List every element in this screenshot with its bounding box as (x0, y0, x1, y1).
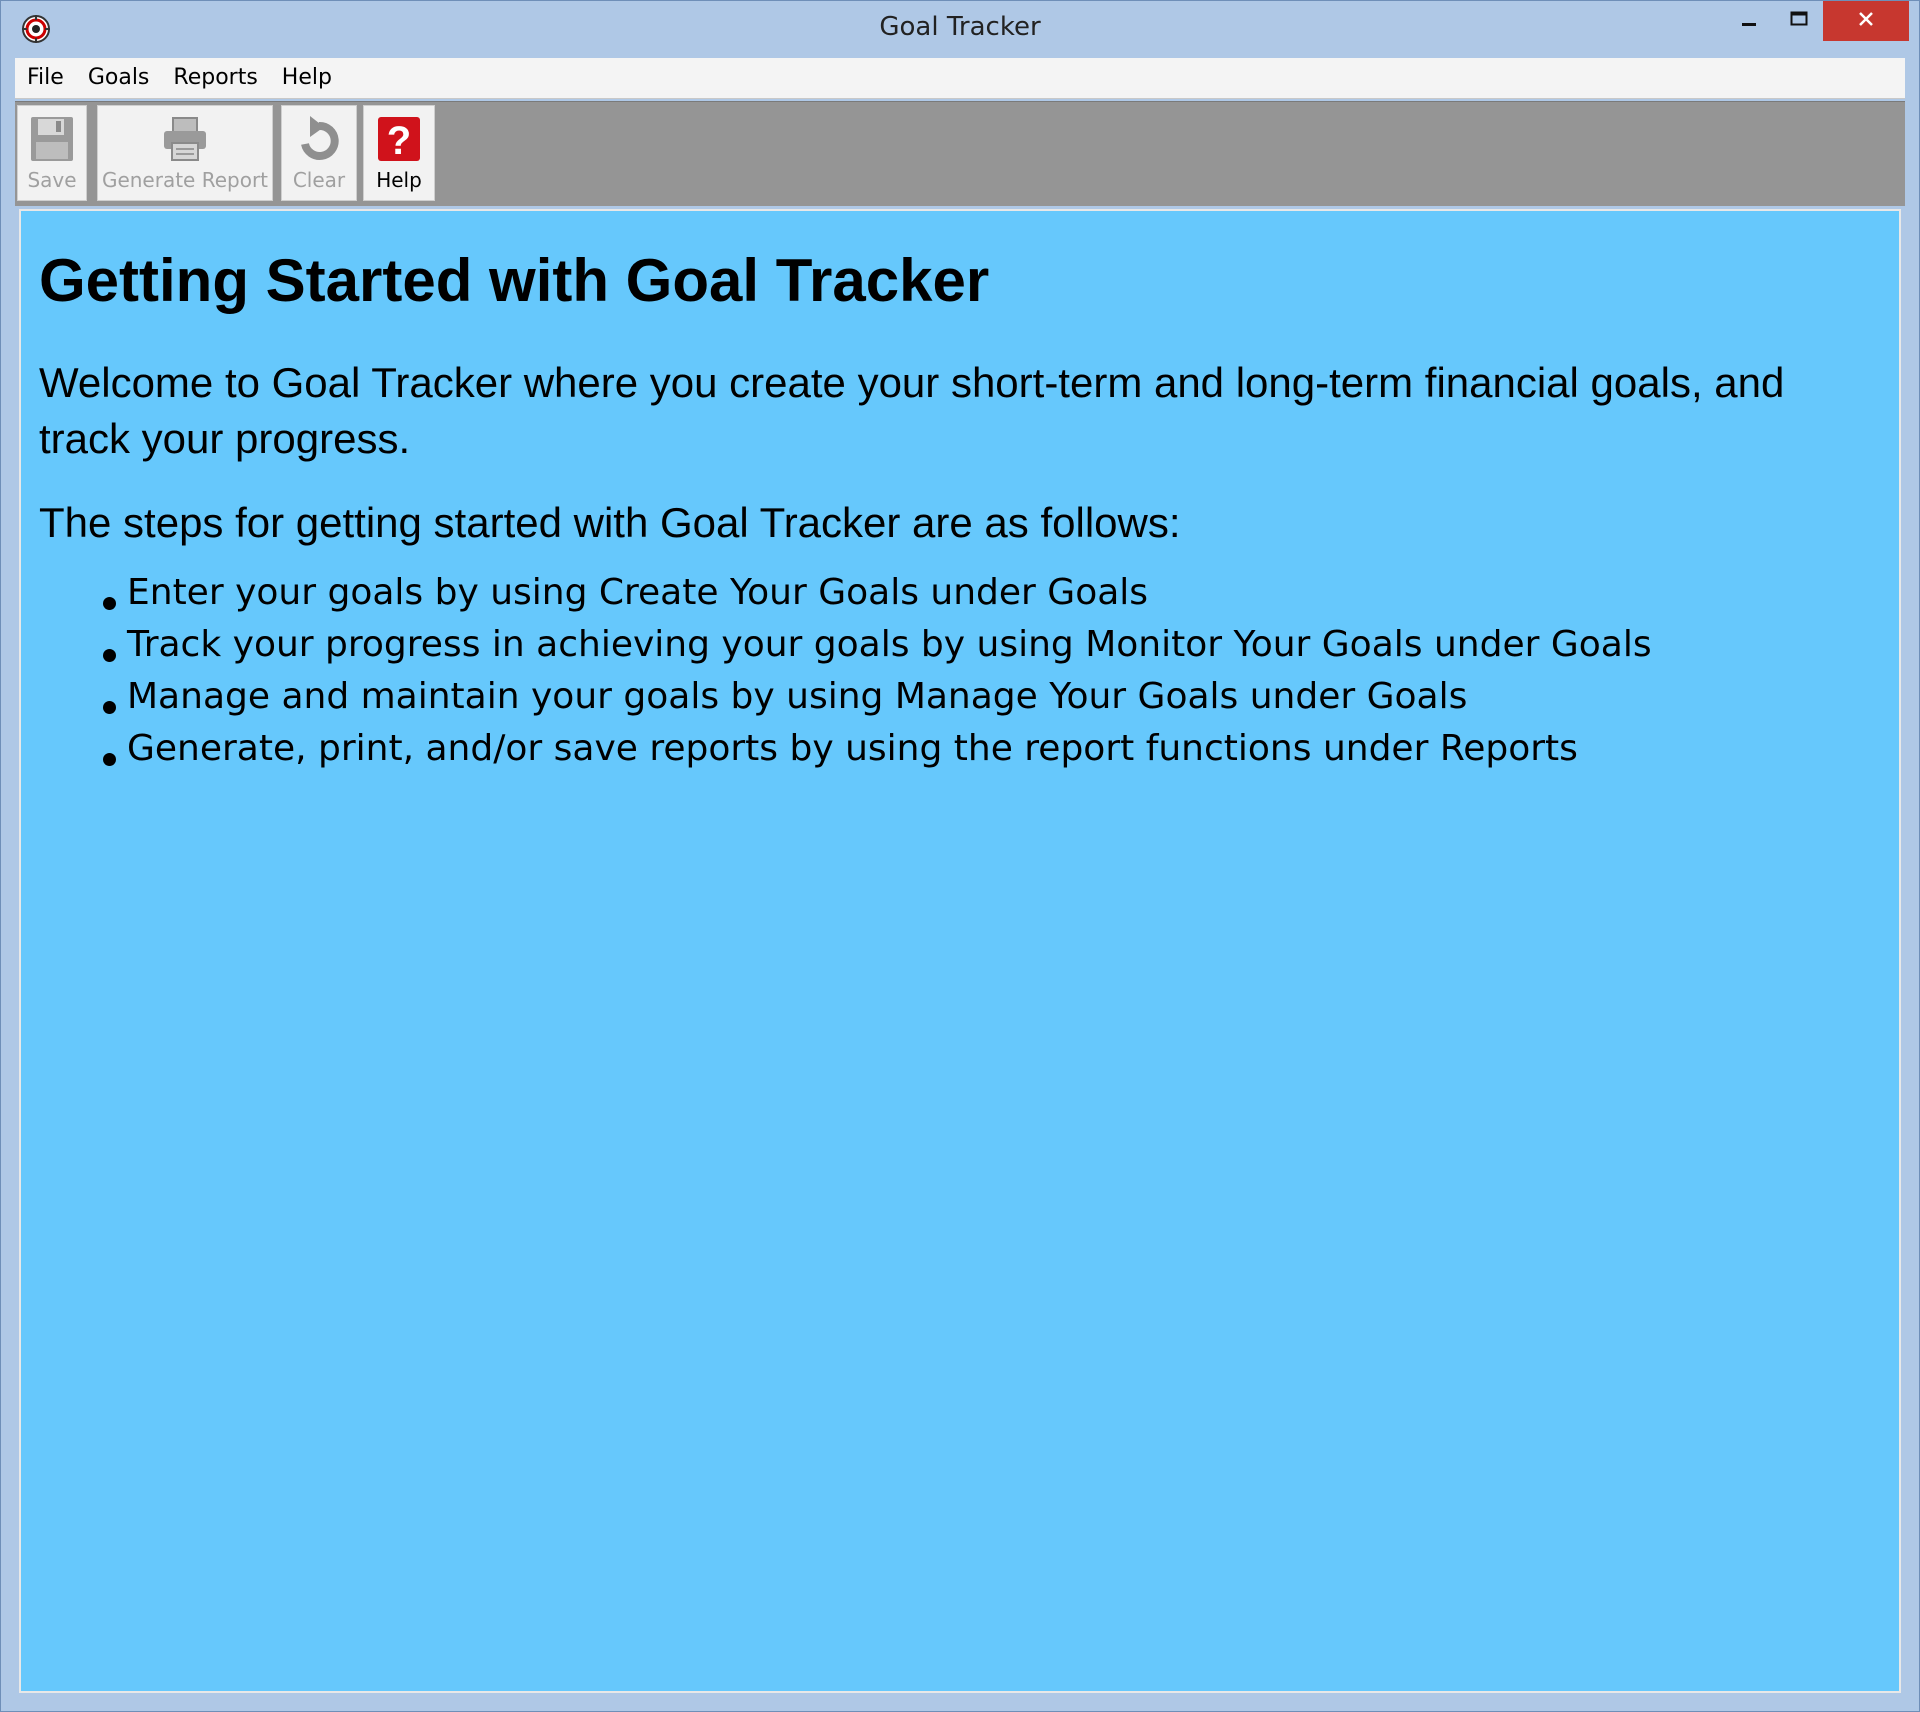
bullet-icon (103, 649, 116, 662)
printer-icon (160, 114, 210, 164)
list-item: Generate, print, and/or save reports by … (103, 723, 1889, 775)
floppy-disk-icon (27, 114, 77, 164)
svg-text:?: ? (387, 119, 411, 162)
welcome-paragraph: Welcome to Goal Tracker where you create… (39, 359, 1785, 462)
save-button[interactable]: Save (17, 105, 87, 201)
menu-reports[interactable]: Reports (161, 58, 269, 98)
page-title: Getting Started with Goal Tracker (39, 247, 990, 314)
title-bar[interactable]: Goal Tracker (1, 1, 1919, 57)
close-icon (1856, 9, 1876, 33)
menu-goals[interactable]: Goals (76, 58, 162, 98)
steps-list: Enter your goals by using Create Your Go… (31, 567, 1889, 775)
bullet-icon (103, 753, 116, 766)
help-button[interactable]: ? Help (363, 105, 435, 201)
step-text: Track your progress in achieving your go… (127, 624, 1652, 665)
menu-file[interactable]: File (15, 58, 76, 98)
generate-report-button[interactable]: Generate Report (97, 105, 273, 201)
list-item: Track your progress in achieving your go… (103, 619, 1889, 671)
minimize-icon (1739, 9, 1759, 33)
clear-button[interactable]: Clear (281, 105, 357, 201)
bullet-icon (103, 597, 116, 610)
list-item: Manage and maintain your goals by using … (103, 671, 1889, 723)
save-label: Save (27, 168, 77, 192)
help-label: Help (376, 168, 422, 192)
step-text: Manage and maintain your goals by using … (127, 676, 1468, 717)
bullet-icon (103, 701, 116, 714)
toolbar: Save Generate Report Clear ? Help (15, 101, 1905, 206)
maximize-icon (1789, 9, 1809, 33)
menu-bar: File Goals Reports Help (15, 58, 1905, 99)
window-title: Goal Tracker (879, 12, 1041, 42)
maximize-button[interactable] (1775, 1, 1823, 41)
list-item: Enter your goals by using Create Your Go… (103, 567, 1889, 619)
step-text: Enter your goals by using Create Your Go… (127, 572, 1149, 613)
help-question-icon: ? (374, 114, 424, 164)
app-window: Goal Tracker File Goals Reports Help Sav… (0, 0, 1920, 1712)
step-text: Generate, print, and/or save reports by … (127, 728, 1578, 769)
clear-label: Clear (292, 168, 346, 192)
menu-help[interactable]: Help (270, 58, 344, 98)
generate-report-label: Generate Report (101, 168, 269, 192)
steps-intro: The steps for getting started with Goal … (39, 499, 1181, 546)
minimize-button[interactable] (1725, 1, 1773, 41)
undo-arrow-icon (294, 114, 344, 164)
help-content-panel: Getting Started with Goal Tracker Welcom… (19, 209, 1901, 1693)
close-button[interactable] (1823, 1, 1909, 41)
